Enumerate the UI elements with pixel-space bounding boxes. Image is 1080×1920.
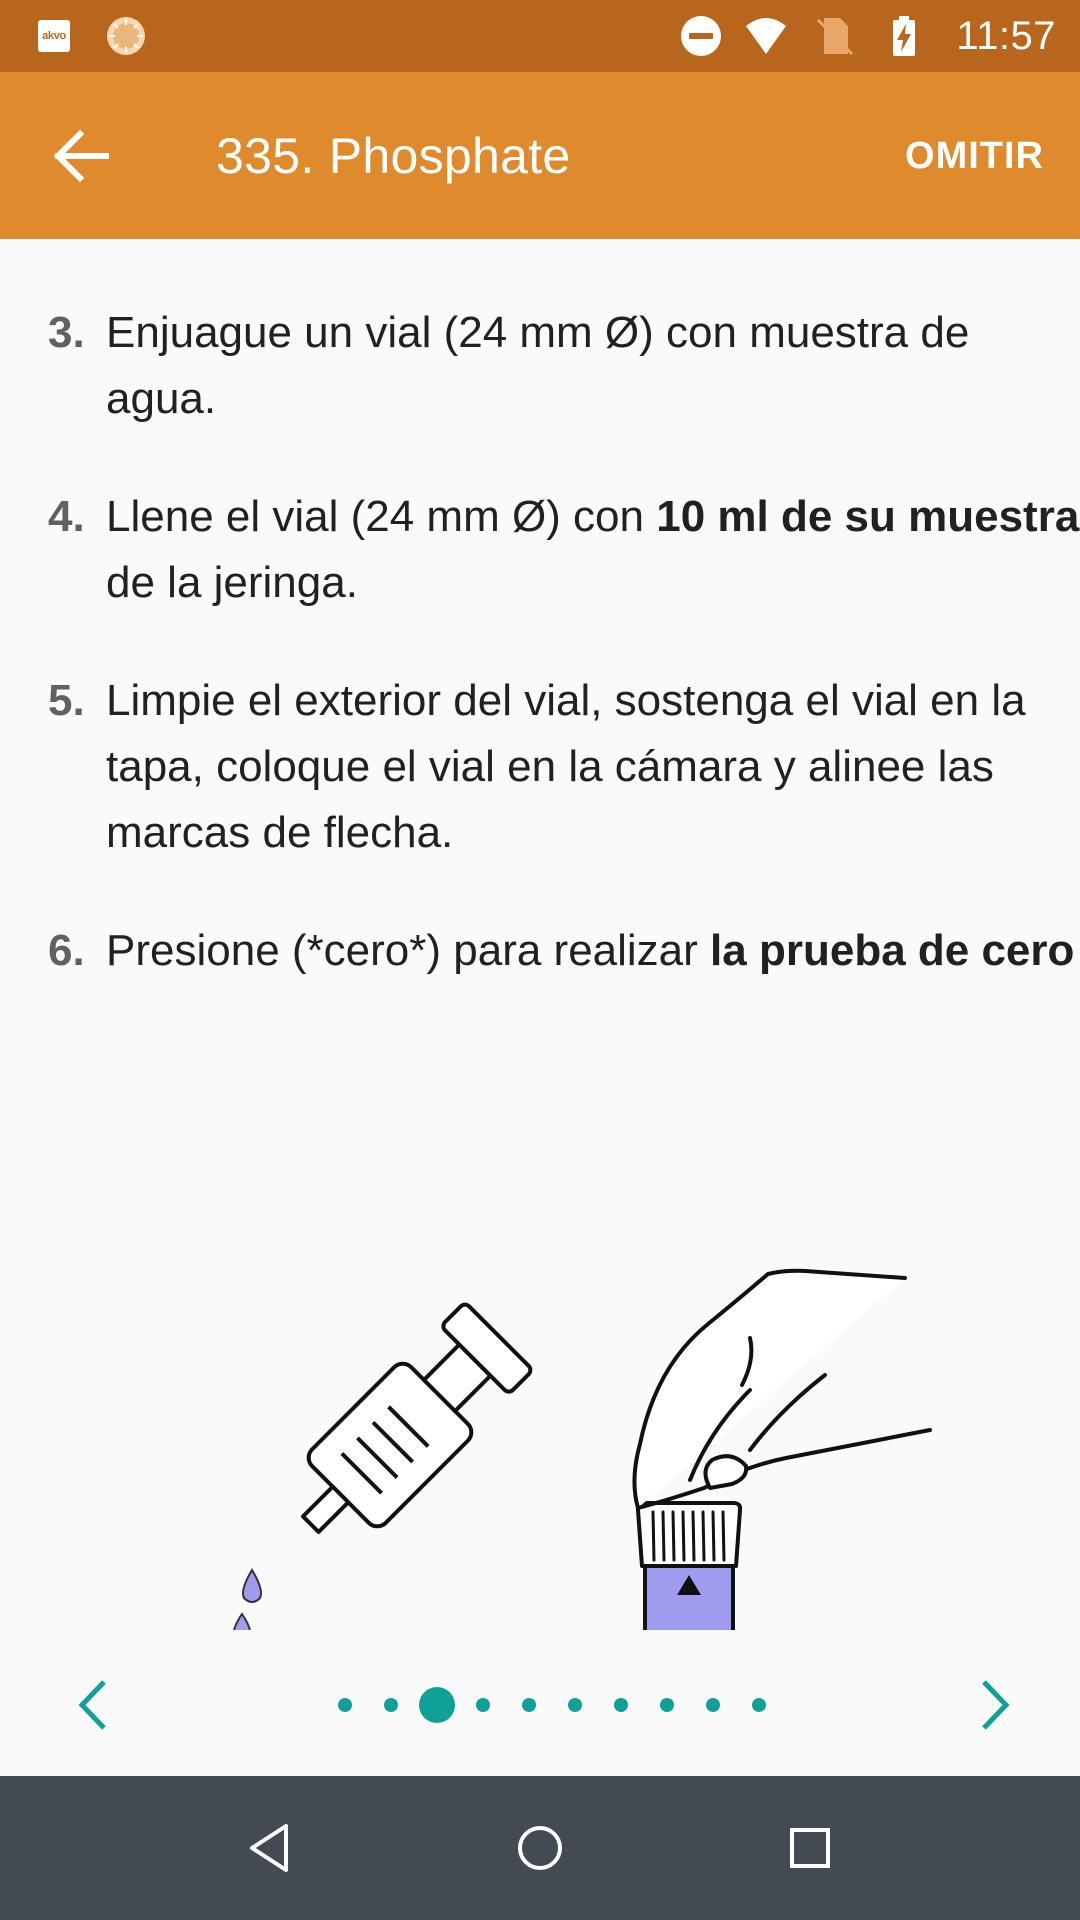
wifi-icon [746, 18, 786, 54]
page-dot [522, 1698, 536, 1712]
step-text: Presione (*cero*) para realizar la prueb… [106, 918, 1080, 984]
step-text: Enjuague un vial (24 mm Ø) con muestra d… [106, 300, 1080, 432]
step-text-segment: de la jeringa. [106, 558, 358, 607]
app-bar: 335. Phosphate OMITIR [0, 72, 1080, 239]
step-text-segment: Enjuague un vial (24 mm Ø) con muestra d… [106, 308, 970, 423]
step-text-segment: Limpie el exterior del vial, sostenga el… [106, 676, 1026, 857]
page-dot [338, 1698, 352, 1712]
page-dot-active [419, 1687, 455, 1723]
hand-holding-vial-icon [632, 1268, 932, 1630]
back-triangle-icon[interactable] [238, 1816, 302, 1880]
drop-icon [242, 1568, 262, 1603]
instruction-illustration [233, 1268, 932, 1630]
step-text-bold: la prueba de cero [710, 926, 1075, 975]
step-text-segment: Llene el vial (24 mm Ø) con [106, 492, 657, 541]
step-text-bold: 10 ml de su muestra [656, 492, 1080, 541]
page-dot [752, 1698, 766, 1712]
recents-square-icon[interactable] [778, 1816, 842, 1880]
chevron-right-icon[interactable] [962, 1670, 1022, 1740]
step-text: Llene el vial (24 mm Ø) con 10 ml de su … [106, 484, 1080, 616]
home-circle-icon[interactable] [508, 1816, 572, 1880]
arrow-left-icon[interactable] [46, 116, 126, 196]
step-number: 6. [48, 926, 85, 975]
page-title: 335. Phosphate [216, 128, 571, 184]
step-text-segment: Presione (*cero*) para realizar [106, 926, 711, 975]
do-not-disturb-icon [681, 16, 721, 56]
akvo-app-icon-label: akvo [42, 30, 66, 42]
screen: akvo 11:57 335. Phosphate OMITIR 3. Enju… [0, 0, 1080, 1920]
page-indicator [0, 1660, 1080, 1750]
sun-icon [107, 17, 145, 55]
clock: 11:57 [956, 14, 1056, 58]
akvo-app-icon: akvo [38, 20, 70, 52]
status-bar: akvo 11:57 [0, 0, 1080, 72]
navigation-bar [0, 1776, 1080, 1920]
page-dot [614, 1698, 628, 1712]
page-dot [660, 1698, 674, 1712]
pager [0, 1660, 1080, 1750]
no-sim-icon [816, 18, 854, 56]
step-number: 4. [48, 492, 85, 541]
step-text: Limpie el exterior del vial, sostenga el… [106, 668, 1080, 866]
page-dot [706, 1698, 720, 1712]
page-dot [568, 1698, 582, 1712]
step-number: 5. [48, 676, 85, 725]
drop-icon [233, 1612, 251, 1630]
page-dot [384, 1698, 398, 1712]
page-dot [476, 1698, 490, 1712]
skip-button[interactable]: OMITIR [905, 128, 1044, 184]
step-number: 3. [48, 308, 85, 357]
syringe-icon [301, 1302, 533, 1534]
battery-charging-icon [893, 16, 915, 56]
